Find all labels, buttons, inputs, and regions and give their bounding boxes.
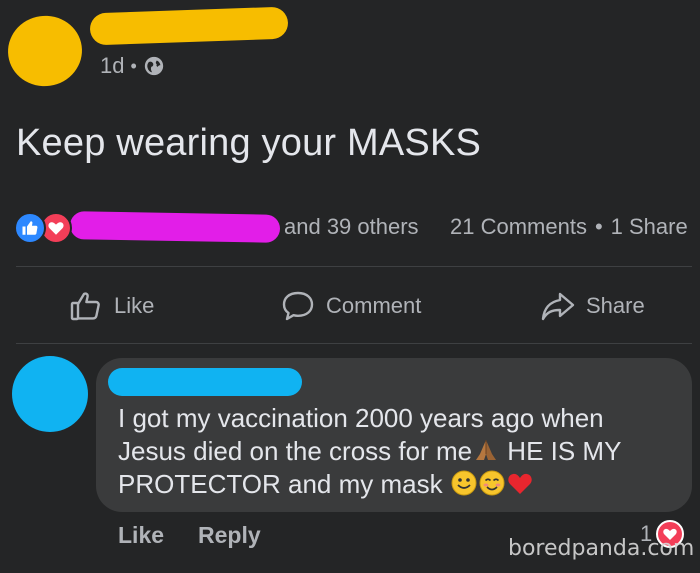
count-separator: • (594, 214, 603, 239)
comment-line-3-text: PROTECTOR and my mask (118, 469, 443, 499)
smiling-face-icon (451, 470, 477, 496)
like-button-label: Like (114, 293, 155, 318)
post-text: Keep wearing your MASKS (16, 122, 482, 164)
meta-separator: • (130, 55, 137, 76)
thumbs-up-icon (70, 292, 100, 321)
watermark: boredpanda.com (508, 536, 695, 561)
commenter-name-redacted[interactable] (108, 368, 302, 396)
globe-icon (144, 56, 163, 76)
shares-count[interactable]: 1 Share (611, 214, 688, 240)
comment-text: I got my vaccination 2000 years ago when… (118, 402, 678, 501)
share-arrow-icon (541, 292, 575, 321)
comment-button[interactable]: Comment (280, 284, 421, 328)
reaction-others-text[interactable]: and 39 others (284, 214, 419, 240)
share-button-label: Share (586, 293, 645, 318)
reaction-icons[interactable] (14, 212, 76, 244)
comment-reply-button[interactable]: Reply (198, 522, 261, 549)
divider-top (16, 266, 692, 267)
blushing-face-icon (479, 470, 505, 496)
share-button[interactable]: Share (540, 284, 645, 328)
comment-button-label: Comment (326, 293, 422, 318)
like-icon (14, 212, 46, 244)
praying-hands-icon (476, 440, 497, 460)
poster-name-redacted[interactable] (89, 6, 289, 46)
comment-line-2-end: HE IS MY (507, 436, 622, 466)
post-meta: 1d • (100, 52, 165, 80)
poster-avatar-redacted[interactable] (3, 11, 87, 91)
comment-like-button[interactable]: Like (118, 522, 164, 549)
red-heart-icon (508, 473, 532, 494)
comment-line-2-start: Jesus died on the cross for me (118, 436, 473, 466)
comment-line-3: PROTECTOR and my mask (118, 468, 678, 501)
comment-line-2: Jesus died on the cross for me HE IS MY (118, 435, 678, 468)
comment-bubble-icon (282, 291, 314, 321)
divider-bottom (16, 343, 692, 344)
reactor-names-redacted[interactable] (69, 211, 281, 243)
comments-count[interactable]: 21 Comments (450, 214, 587, 240)
engagement-counts: 21 Comments • 1 Share (450, 214, 688, 240)
like-button[interactable]: Like (68, 284, 154, 328)
post-time[interactable]: 1d (100, 53, 124, 79)
commenter-avatar-redacted[interactable] (12, 356, 88, 432)
comment-line-1: I got my vaccination 2000 years ago when (118, 403, 604, 433)
